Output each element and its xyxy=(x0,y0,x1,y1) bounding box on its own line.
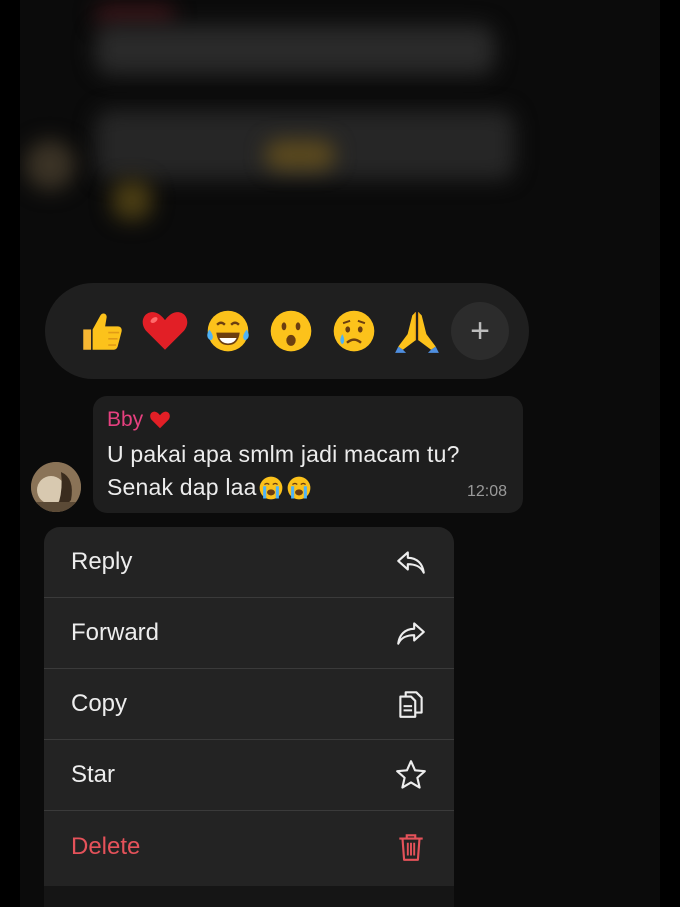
blurred-sender-name xyxy=(95,5,175,25)
red-heart-icon xyxy=(142,312,188,350)
plus-icon: + xyxy=(470,312,490,350)
reply-icon xyxy=(394,545,428,579)
red-heart-icon xyxy=(149,409,171,431)
reaction-red-heart[interactable] xyxy=(134,300,196,362)
menu-item-reply[interactable]: Reply xyxy=(44,527,454,598)
menu-item-delete[interactable]: Delete xyxy=(44,811,454,882)
star-icon xyxy=(394,758,428,792)
reaction-bar: + xyxy=(45,283,529,379)
more-reactions-button[interactable]: + xyxy=(451,302,509,360)
avatar-photo xyxy=(31,462,81,512)
tears-of-joy-icon xyxy=(207,310,249,352)
reaction-thumbs-up[interactable] xyxy=(71,300,133,362)
reaction-surprised[interactable] xyxy=(260,300,322,362)
message-text: U pakai apa smlm jadi macam tu? Senak da… xyxy=(107,438,507,504)
message-timestamp: 12:08 xyxy=(466,483,507,500)
menu-item-star[interactable]: Star xyxy=(44,740,454,811)
sender-name: Bby xyxy=(107,408,144,431)
sender-row: Bby xyxy=(107,406,507,434)
menu-item-label: Copy xyxy=(71,690,128,717)
left-edge xyxy=(0,0,20,907)
menu-item-forward[interactable]: Forward xyxy=(44,598,454,669)
context-menu: Reply Forward Copy Star Delete xyxy=(44,527,454,907)
message-line-2-row: Senak dap laa xyxy=(107,471,507,504)
loudly-crying-icon xyxy=(285,474,313,502)
crying-icon xyxy=(333,310,375,352)
menu-item-label: Reply xyxy=(71,548,133,575)
reaction-tears-of-joy[interactable] xyxy=(197,300,259,362)
blurred-reaction xyxy=(112,180,152,220)
menu-item-copy[interactable]: Copy xyxy=(44,669,454,740)
blurred-avatar xyxy=(25,140,75,190)
message-line-2: Senak dap laa xyxy=(107,474,257,500)
thumbs-up-icon xyxy=(83,313,122,350)
right-edge xyxy=(660,0,680,907)
folded-hands-icon xyxy=(395,312,439,353)
loudly-crying-icon xyxy=(257,474,285,502)
reaction-crying[interactable] xyxy=(323,300,385,362)
blurred-message-text xyxy=(95,25,495,75)
menu-item-label: Forward xyxy=(71,619,160,646)
forward-icon xyxy=(394,616,428,650)
message-bubble[interactable]: Bby U pakai apa smlm jadi macam tu? Sena… xyxy=(93,396,523,513)
menu-item-label: Delete xyxy=(71,832,141,860)
trash-icon xyxy=(394,830,428,864)
message-line-1: U pakai apa smlm jadi macam tu? xyxy=(107,441,460,467)
reaction-folded-hands[interactable] xyxy=(386,300,448,362)
menu-bottom-edge xyxy=(44,886,454,907)
blurred-emoji xyxy=(265,140,335,170)
avatar[interactable] xyxy=(31,462,81,512)
surprised-icon xyxy=(270,310,312,352)
copy-icon xyxy=(394,687,428,721)
menu-item-label: Star xyxy=(71,761,116,788)
